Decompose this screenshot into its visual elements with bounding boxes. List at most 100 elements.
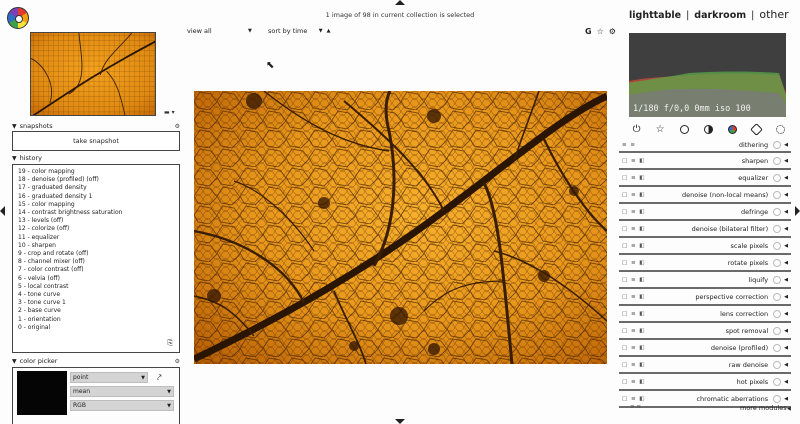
module-controls-icon[interactable]: □ ≡ ◧ — [622, 192, 646, 198]
compress-history-icon[interactable]: ⎘ — [167, 339, 173, 348]
zoom-selector-icon[interactable]: ▬ ▾ — [164, 109, 175, 116]
module-sharpen[interactable]: □ ≡ ◧ sharpen ◀ — [619, 153, 791, 170]
module-spot-removal[interactable]: □ ≡ ◧ spot removal ◀ — [619, 323, 791, 340]
main-image-canvas[interactable] — [194, 91, 607, 364]
expand-arrow-icon[interactable]: ◀ — [784, 260, 788, 266]
history-item[interactable]: 5 - local contrast — [18, 283, 174, 291]
top-panel-toggle-arrow[interactable] — [395, 0, 405, 5]
history-item[interactable]: 9 - crop and rotate (off) — [18, 250, 174, 258]
navigation-thumbnail[interactable] — [30, 32, 156, 116]
color-group-icon[interactable] — [728, 124, 738, 134]
take-snapshot-button[interactable]: take snapshot — [12, 131, 180, 151]
expand-arrow-icon[interactable]: ◀ — [784, 328, 788, 334]
module-lens[interactable]: □ ≡ ◧ lens correction ◀ — [619, 306, 791, 323]
module-controls-icon[interactable]: □ ≡ ◧ — [622, 294, 646, 300]
module-controls-icon[interactable]: □ ≡ ◧ — [622, 209, 646, 215]
power-active-modules-icon[interactable]: ⏻ — [633, 124, 641, 135]
sort-filter[interactable]: sort by time ▼ ▲ — [268, 27, 330, 35]
history-item[interactable]: 0 - original — [18, 324, 174, 332]
preferences-gear-icon[interactable]: ⚙ — [609, 27, 616, 36]
history-item[interactable]: 10 - sharpen — [18, 242, 174, 250]
picker-mode-select[interactable]: point ▼ — [70, 372, 148, 383]
module-controls-icon[interactable]: □ ≡ ◧ — [622, 311, 646, 317]
ascending-arrow-icon[interactable]: ▲ — [327, 28, 331, 34]
picker-statistic-select[interactable]: mean ▼ — [70, 386, 174, 397]
history-item[interactable]: 17 - graduated density — [18, 184, 174, 192]
module-controls-icon[interactable]: □ ≡ ◧ — [622, 260, 646, 266]
module-controls-icon[interactable]: □ ≡ ◧ — [622, 328, 646, 334]
expand-arrow-icon[interactable]: ◀ — [784, 362, 788, 368]
history-item[interactable]: 1 - orientation — [18, 316, 174, 324]
module-controls-icon[interactable]: □ ≡ ◧ — [622, 396, 646, 402]
history-item[interactable]: 15 - color mapping — [18, 201, 174, 209]
module-controls-icon[interactable]: ≡ ≡ — [622, 142, 636, 148]
expand-arrow-icon[interactable]: ◀ — [784, 243, 788, 249]
history-item[interactable]: 7 - color contrast (off) — [18, 266, 174, 274]
tone-group-icon[interactable] — [703, 124, 713, 134]
history-item[interactable]: 6 - velvia (off) — [18, 275, 174, 283]
expand-arrow-icon[interactable]: ◀ — [784, 294, 788, 300]
color-picker-eyedropper-icon[interactable]: ⤤ — [157, 373, 162, 383]
module-controls-icon[interactable]: □ ≡ ◧ — [622, 175, 646, 181]
expand-arrow-icon[interactable]: ◀ — [784, 345, 788, 351]
expand-arrow-icon[interactable]: ◀ — [784, 379, 788, 385]
expand-arrow-icon[interactable]: ◀ — [784, 311, 788, 317]
module-denoise-nlm[interactable]: □ ≡ ◧ denoise (non-local means) ◀ — [619, 187, 791, 204]
history-item[interactable]: 14 - contrast brightness saturation — [18, 209, 174, 217]
grouping-G-icon[interactable]: G — [585, 27, 592, 36]
view-filter[interactable]: view all ▼ — [187, 27, 252, 35]
expand-arrow-icon[interactable]: ◀ — [784, 396, 788, 402]
history-item[interactable]: 13 - levels (off) — [18, 217, 174, 225]
picker-colorspace-select[interactable]: RGB ▼ — [70, 400, 174, 411]
view-lighttable-link[interactable]: lighttable — [629, 10, 681, 21]
favorites-star-icon[interactable]: ☆ — [656, 124, 665, 135]
module-controls-icon[interactable]: □ ≡ ◧ — [622, 362, 646, 368]
expand-arrow-icon[interactable]: ◀ — [784, 192, 788, 198]
bottom-panel-toggle-arrow[interactable] — [395, 419, 405, 424]
module-dithering[interactable]: ≡ ≡ dithering ◀ — [619, 138, 791, 153]
right-panel-toggle-arrow[interactable] — [795, 206, 800, 216]
history-item[interactable]: 19 - color mapping — [18, 168, 174, 176]
module-hot-pixels[interactable]: □ ≡ ◧ hot pixels ◀ — [619, 374, 791, 391]
scroll-left-arrow-icon[interactable]: ◀ — [787, 406, 791, 412]
module-controls-icon[interactable]: □ ≡ ◧ — [622, 226, 646, 232]
module-scale-pixels[interactable]: □ ≡ ◧ scale pixels ◀ — [619, 238, 791, 255]
module-perspective[interactable]: □ ≡ ◧ perspective correction ◀ — [619, 289, 791, 306]
left-panel-toggle-arrow[interactable] — [0, 206, 5, 216]
module-controls-icon[interactable]: □ ≡ ◧ — [622, 379, 646, 385]
history-item[interactable]: 16 - graduated density 1 — [18, 193, 174, 201]
view-darkroom-link[interactable]: darkroom — [694, 10, 746, 21]
basic-group-icon[interactable] — [679, 124, 689, 134]
module-controls-icon[interactable]: □ ≡ ◧ — [622, 345, 646, 351]
module-controls-icon[interactable]: □ ≡ ◧ — [622, 277, 646, 283]
history-item[interactable]: 11 - equalizer — [18, 234, 174, 242]
module-controls-icon[interactable]: □ ≡ ◧ — [622, 243, 646, 249]
module-liquify[interactable]: □ ≡ ◧ liquify ◀ — [619, 272, 791, 289]
presets-gear-icon[interactable]: ⚙ — [175, 358, 180, 365]
expand-arrow-icon[interactable]: ◀ — [784, 209, 788, 215]
star-overlay-icon[interactable]: ☆ — [597, 27, 604, 36]
history-item[interactable]: 3 - tone curve 1 — [18, 299, 174, 307]
history-item[interactable]: 12 - colorize (off) — [18, 225, 174, 233]
history-item[interactable]: 4 - tone curve — [18, 291, 174, 299]
snapshots-header[interactable]: ▼ snapshots ⚙ — [12, 121, 180, 131]
history-item[interactable]: 2 - base curve — [18, 307, 174, 315]
module-rotate-pixels[interactable]: □ ≡ ◧ rotate pixels ◀ — [619, 255, 791, 272]
history-item[interactable]: 18 - denoise (profiled) (off) — [18, 176, 174, 184]
expand-arrow-icon[interactable]: ◀ — [784, 142, 788, 148]
expand-arrow-icon[interactable]: ◀ — [784, 158, 788, 164]
module-equalizer[interactable]: □ ≡ ◧ equalizer ◀ — [619, 170, 791, 187]
expand-arrow-icon[interactable]: ◀ — [784, 277, 788, 283]
module-controls-icon[interactable]: □ ≡ ◧ — [622, 158, 646, 164]
history-header[interactable]: ▼ history — [12, 153, 180, 163]
view-other-link[interactable]: other — [759, 8, 788, 21]
module-raw-denoise[interactable]: □ ≡ ◧ raw denoise ◀ — [619, 357, 791, 374]
effect-group-icon[interactable] — [776, 124, 786, 134]
more-modules-button[interactable]: more modules — [740, 404, 787, 412]
module-denoise-bilateral[interactable]: □ ≡ ◧ denoise (bilateral filter) ◀ — [619, 221, 791, 238]
presets-gear-icon[interactable]: ⚙ — [175, 123, 180, 130]
color-picker-header[interactable]: ▼ color picker ⚙ — [12, 356, 180, 366]
expand-arrow-icon[interactable]: ◀ — [784, 226, 788, 232]
expand-arrow-icon[interactable]: ◀ — [784, 175, 788, 181]
module-defringe[interactable]: □ ≡ ◧ defringe ◀ — [619, 204, 791, 221]
